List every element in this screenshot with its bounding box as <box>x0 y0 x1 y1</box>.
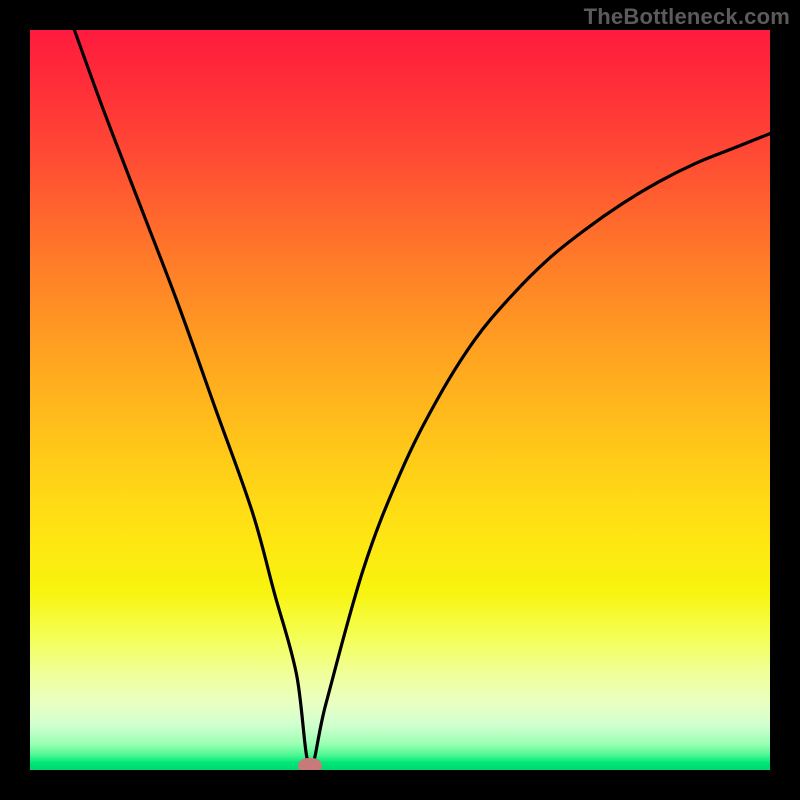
curve-layer <box>30 30 770 770</box>
attribution-label: TheBottleneck.com <box>584 4 790 30</box>
bottleneck-curve <box>74 30 770 767</box>
chart-frame: TheBottleneck.com <box>0 0 800 800</box>
plot-area <box>30 30 770 770</box>
minimum-marker <box>298 758 322 770</box>
